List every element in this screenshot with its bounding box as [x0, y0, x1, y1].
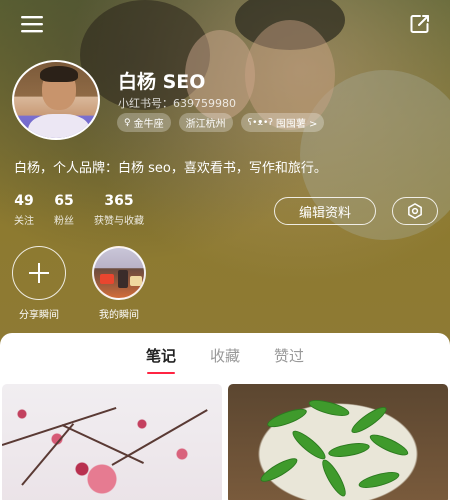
user-id: 小红书号：639759980 — [118, 97, 236, 110]
my-moment-label: 我的瞬间 — [99, 310, 139, 321]
add-moment-circle[interactable] — [12, 246, 66, 300]
profile-tabs: 笔记 收藏 赞过 — [0, 345, 450, 374]
bear-icon: ʕ•ᴥ•ʔ — [247, 118, 273, 128]
gear-icon — [408, 203, 422, 219]
tag-label: 金牛座 — [133, 119, 164, 130]
tag-zodiac[interactable]: ♀ 金牛座 — [117, 113, 171, 132]
share-external-icon — [410, 15, 429, 33]
share-button[interactable] — [406, 10, 434, 38]
tag-label: 囤囤薯 > — [275, 119, 318, 130]
tab-liked[interactable]: 赞过 — [274, 345, 304, 374]
content-panel: 笔记 收藏 赞过 — [0, 333, 450, 500]
note-card-food[interactable] — [228, 384, 448, 500]
my-moment[interactable]: 我的瞬间 — [90, 246, 148, 321]
female-icon: ♀ — [124, 117, 131, 128]
stat-likes[interactable]: 365 获赞与收藏 — [94, 193, 144, 227]
avatar[interactable] — [12, 60, 100, 140]
stat-label: 粉丝 — [54, 216, 74, 227]
tag-badge[interactable]: ʕ•ᴥ•ʔ 囤囤薯 > — [240, 113, 325, 132]
stat-followers[interactable]: 65 粉丝 — [54, 193, 74, 227]
note-card-blossoms[interactable] — [2, 384, 222, 500]
stat-value: 365 — [104, 193, 134, 209]
stat-value: 65 — [54, 193, 74, 209]
menu-button[interactable] — [18, 10, 46, 38]
tab-collections[interactable]: 收藏 — [210, 345, 240, 374]
bio: 白杨，个人品牌：白杨 seo，喜欢看书，写作和旅行。 — [14, 161, 327, 176]
menu-icon — [21, 16, 43, 33]
tag-location[interactable]: 浙江杭州 — [178, 113, 233, 132]
tag-label: 浙江杭州 — [185, 119, 226, 130]
stat-label: 获赞与收藏 — [94, 216, 144, 227]
profile-tags: ♀ 金牛座 浙江杭州 ʕ•ᴥ•ʔ 囤囤薯 > — [117, 113, 325, 132]
edit-profile-button[interactable]: 编辑资料 — [274, 197, 376, 225]
plus-icon — [29, 263, 49, 283]
stat-following[interactable]: 49 关注 — [14, 193, 34, 227]
settings-button[interactable] — [392, 197, 438, 225]
share-moment-label: 分享瞬间 — [19, 310, 59, 321]
profile-header: 白杨 SEO 小红书号：639759980 ♀ 金牛座 浙江杭州 ʕ•ᴥ•ʔ 囤… — [0, 0, 450, 345]
share-moment[interactable]: 分享瞬间 — [10, 246, 68, 321]
my-moment-thumbnail[interactable] — [92, 246, 146, 300]
tab-notes[interactable]: 笔记 — [146, 345, 176, 374]
username: 白杨 SEO — [118, 71, 206, 93]
stats: 49 关注 65 粉丝 365 获赞与收藏 — [14, 193, 144, 227]
stat-label: 关注 — [14, 216, 34, 227]
stat-value: 49 — [14, 193, 34, 209]
